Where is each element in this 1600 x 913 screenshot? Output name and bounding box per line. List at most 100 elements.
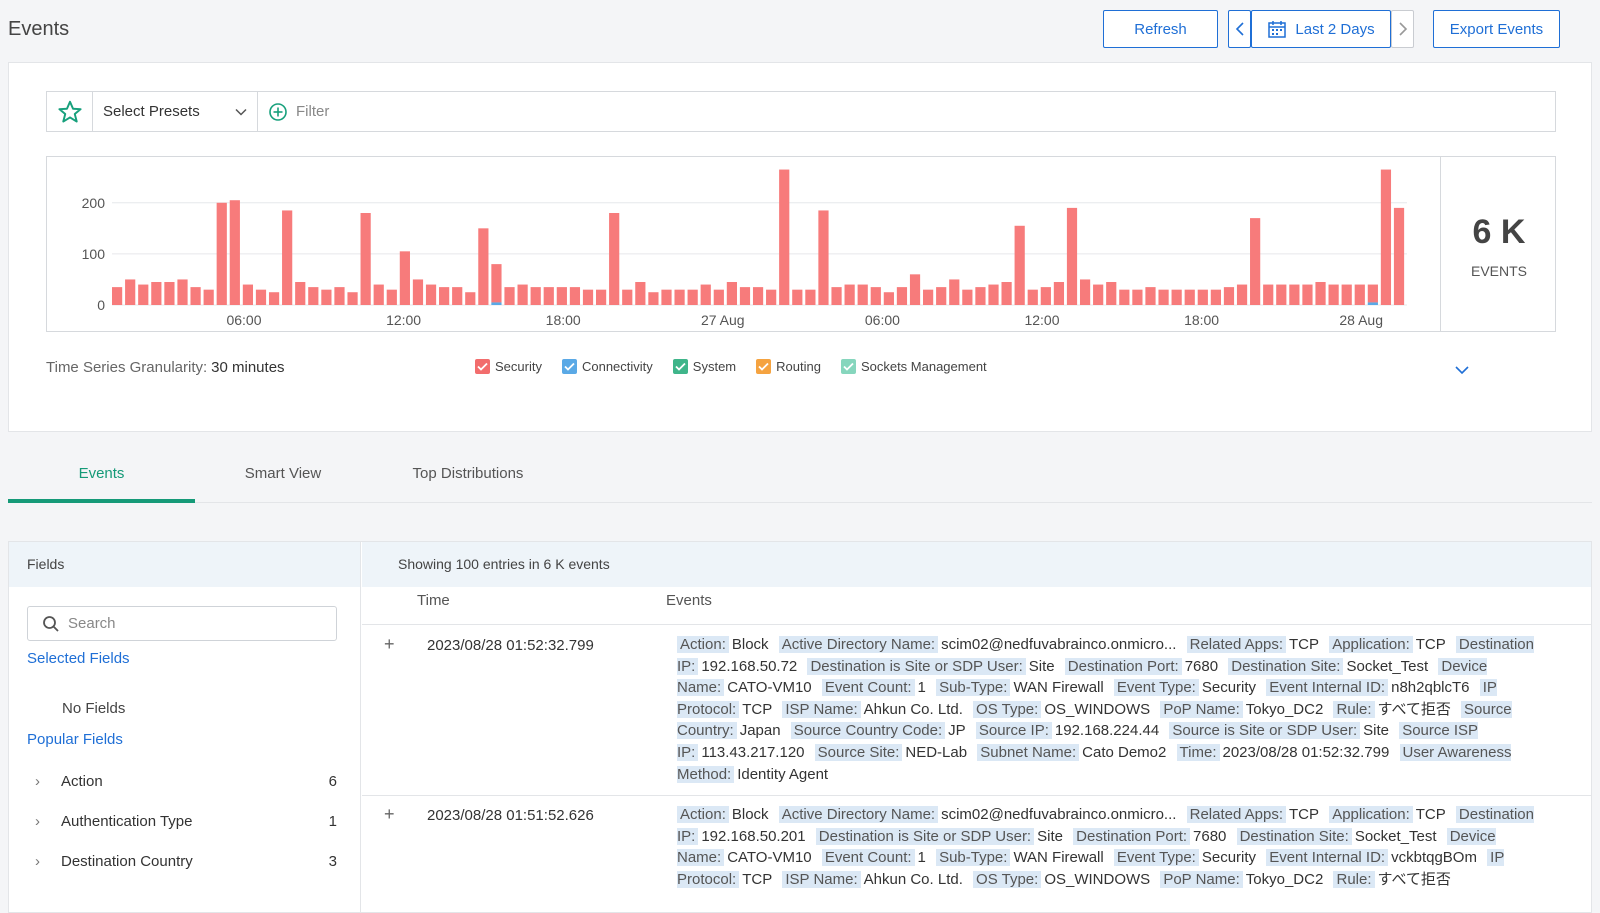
field-item-authentication-type[interactable]: › Authentication Type 1: [27, 809, 337, 833]
field-key[interactable]: Destination Site:: [1236, 827, 1352, 845]
field-key[interactable]: Rule:: [1333, 870, 1375, 888]
tab-top-distributions[interactable]: Top Distributions: [398, 465, 538, 482]
field-key[interactable]: Sub-Type:: [936, 679, 1011, 697]
field-value[interactable]: n8h2qblcT6: [1391, 679, 1469, 696]
field-value[interactable]: CATO-VM10: [727, 849, 811, 866]
field-value[interactable]: 192.168.50.201: [701, 828, 805, 845]
field-value[interactable]: JP: [948, 722, 966, 739]
favorite-star-button[interactable]: [47, 92, 93, 131]
field-key[interactable]: Source Site:: [814, 743, 903, 761]
field-key[interactable]: PoP Name:: [1160, 870, 1243, 888]
field-key[interactable]: Subnet Name:: [977, 743, 1080, 761]
field-value[interactable]: Socket_Test: [1355, 828, 1437, 845]
field-key[interactable]: Event Type:: [1113, 849, 1199, 867]
field-value[interactable]: Tokyo_DC2: [1246, 871, 1324, 888]
field-key[interactable]: Time:: [1176, 743, 1220, 761]
field-key[interactable]: Event Type:: [1113, 679, 1199, 697]
field-value[interactable]: 192.168.50.72: [701, 658, 797, 675]
tab-events[interactable]: Events: [8, 465, 195, 482]
field-value[interactable]: NED-Lab: [905, 744, 967, 761]
legend-item-sockets-management[interactable]: Sockets Management: [840, 359, 987, 374]
field-value[interactable]: TCP: [742, 871, 772, 888]
field-key[interactable]: Application:: [1329, 806, 1413, 823]
field-value[interactable]: Site: [1363, 722, 1389, 739]
field-key[interactable]: PoP Name:: [1160, 700, 1243, 718]
filter-input[interactable]: Filter: [258, 102, 329, 122]
legend-item-system[interactable]: System: [672, 359, 736, 374]
field-value[interactable]: scim02@nedfuvabrainco.onmicro...: [941, 806, 1176, 823]
field-value[interactable]: すべて拒否: [1378, 871, 1451, 888]
table-row[interactable]: +2023/08/28 01:51:52.626 Action: Block Act…: [362, 796, 1591, 912]
prev-range-button[interactable]: [1228, 10, 1251, 48]
expand-chevron-icon[interactable]: [1454, 365, 1470, 375]
field-key[interactable]: Event Internal ID:: [1266, 679, 1389, 697]
field-value[interactable]: Site: [1029, 658, 1055, 675]
field-value[interactable]: Block: [732, 806, 769, 823]
fields-search-input[interactable]: Search: [27, 606, 337, 641]
field-value[interactable]: CATO-VM10: [727, 679, 811, 696]
field-value[interactable]: Japan: [740, 722, 781, 739]
field-value[interactable]: vckbtqgBOm: [1391, 849, 1477, 866]
field-value[interactable]: Ahkun Co. Ltd.: [864, 871, 963, 888]
field-key[interactable]: Source is Site or SDP User:: [1169, 722, 1361, 740]
presets-select[interactable]: Select Presets: [93, 92, 258, 131]
field-key[interactable]: Action:: [677, 806, 729, 823]
field-value[interactable]: 7680: [1185, 658, 1218, 675]
field-value[interactable]: Block: [732, 636, 769, 653]
field-key[interactable]: Active Directory Name:: [778, 806, 939, 823]
field-key[interactable]: Source IP:: [975, 722, 1052, 740]
field-value[interactable]: Ahkun Co. Ltd.: [864, 701, 963, 718]
field-key[interactable]: Application:: [1329, 636, 1413, 653]
field-value[interactable]: Cato Demo2: [1082, 744, 1166, 761]
field-value[interactable]: 1: [918, 679, 926, 696]
field-key[interactable]: Event Count:: [821, 849, 915, 867]
field-value[interactable]: TCP: [1289, 636, 1319, 653]
field-key[interactable]: Related Apps:: [1186, 636, 1287, 653]
field-value[interactable]: 192.168.224.44: [1055, 722, 1159, 739]
field-value[interactable]: 2023/08/28 01:52:32.799: [1223, 744, 1390, 761]
field-value[interactable]: TCP: [1416, 636, 1446, 653]
field-key[interactable]: Action:: [677, 636, 729, 653]
field-value[interactable]: OS_WINDOWS: [1044, 871, 1150, 888]
col-time-header[interactable]: Time: [417, 592, 450, 609]
refresh-button[interactable]: Refresh: [1103, 10, 1218, 48]
table-row[interactable]: +2023/08/28 01:52:32.799 Action: Block Act…: [362, 626, 1591, 796]
field-key[interactable]: ISP Name:: [782, 700, 861, 718]
legend-item-routing[interactable]: Routing: [756, 359, 821, 374]
field-value[interactable]: WAN Firewall: [1013, 849, 1103, 866]
legend-item-connectivity[interactable]: Connectivity: [561, 359, 653, 374]
field-value[interactable]: Security: [1202, 679, 1256, 696]
field-value[interactable]: 113.43.217.120: [701, 744, 804, 761]
field-key[interactable]: Source Country Code:: [790, 722, 946, 740]
field-value[interactable]: 1: [918, 849, 926, 866]
field-key[interactable]: Destination Port:: [1073, 827, 1191, 845]
field-key[interactable]: Rule:: [1333, 700, 1375, 718]
expand-row-icon[interactable]: +: [384, 634, 395, 655]
field-key[interactable]: Destination is Site or SDP User:: [807, 657, 1026, 675]
field-key[interactable]: Destination Port:: [1064, 657, 1182, 675]
field-value[interactable]: 7680: [1193, 828, 1226, 845]
field-key[interactable]: Related Apps:: [1186, 806, 1287, 823]
field-value[interactable]: Site: [1037, 828, 1063, 845]
popular-fields-title[interactable]: Popular Fields: [27, 731, 123, 748]
field-value[interactable]: WAN Firewall: [1013, 679, 1103, 696]
field-item-action[interactable]: › Action 6: [27, 769, 337, 793]
date-range-button[interactable]: Last 2 Days: [1251, 10, 1391, 48]
field-value[interactable]: scim02@nedfuvabrainco.onmicro...: [941, 636, 1176, 653]
field-key[interactable]: Event Internal ID:: [1266, 849, 1389, 867]
selected-fields-title[interactable]: Selected Fields: [27, 650, 130, 667]
field-value[interactable]: TCP: [742, 701, 772, 718]
field-key[interactable]: OS Type:: [973, 870, 1042, 888]
field-key[interactable]: OS Type:: [973, 700, 1042, 718]
field-item-destination-country[interactable]: › Destination Country 3: [27, 849, 337, 873]
field-value[interactable]: Tokyo_DC2: [1246, 701, 1324, 718]
field-key[interactable]: ISP Name:: [782, 870, 861, 888]
field-key[interactable]: Destination is Site or SDP User:: [815, 827, 1035, 845]
field-value[interactable]: Security: [1202, 849, 1256, 866]
field-value[interactable]: Identity Agent: [737, 766, 828, 783]
field-key[interactable]: Sub-Type:: [936, 849, 1011, 867]
field-key[interactable]: Active Directory Name:: [778, 636, 939, 653]
field-value[interactable]: TCP: [1416, 806, 1446, 823]
field-value[interactable]: TCP: [1289, 806, 1319, 823]
next-range-button[interactable]: [1391, 10, 1414, 48]
